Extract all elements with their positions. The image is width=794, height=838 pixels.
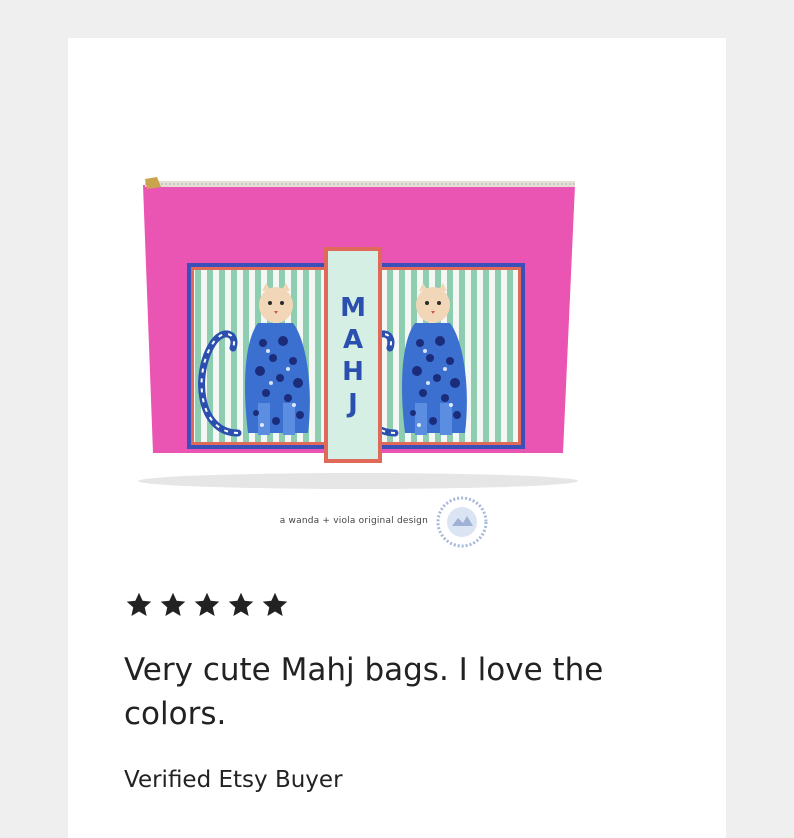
brand-seal-icon [436, 496, 488, 548]
star-rating [124, 590, 290, 620]
product-image: M A H J [123, 163, 593, 493]
designer-credit: a wanda + viola original design [228, 496, 508, 548]
star-icon [160, 592, 186, 616]
star-icon [262, 592, 288, 616]
panel-letter-j: J [346, 389, 358, 419]
star-icon [194, 592, 220, 616]
reviewer-name: Verified Etsy Buyer [124, 767, 343, 793]
star-icon [126, 592, 152, 616]
star-icon [228, 592, 254, 616]
review-card: M A H J a wanda + viola original design … [68, 38, 726, 838]
panel-letter-h: H [342, 357, 364, 387]
panel-letter-a: A [343, 325, 363, 355]
review-text: Very cute Mahj bags. I love the colors. [124, 652, 604, 732]
panel-letter-m: M [340, 293, 366, 323]
credit-text: a wanda + viola original design [279, 516, 428, 526]
